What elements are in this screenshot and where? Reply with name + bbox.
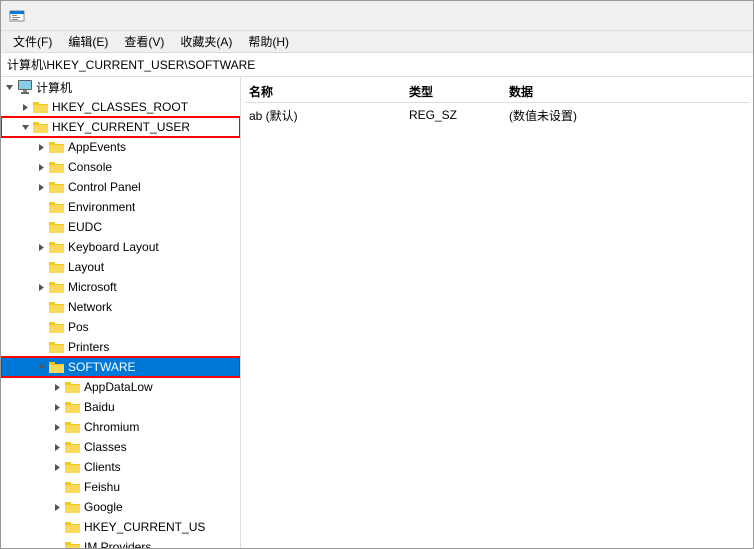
- tree-label-environment: Environment: [68, 200, 135, 214]
- expander-keyboard_layout[interactable]: [33, 239, 49, 255]
- reg-data: (数值未设置): [509, 107, 745, 124]
- tree-item-environment[interactable]: Environment: [1, 197, 240, 217]
- tree-item-control_panel[interactable]: Control Panel: [1, 177, 240, 197]
- address-bar: 计算机\HKEY_CURRENT_USER\SOFTWARE: [1, 53, 753, 77]
- tree-label-chromium: Chromium: [84, 420, 139, 434]
- tree-label-appdatalow: AppDataLow: [84, 380, 153, 394]
- tree-label-classes: Classes: [84, 440, 127, 454]
- expander-classes[interactable]: [49, 439, 65, 455]
- maximize-button[interactable]: [651, 4, 697, 28]
- tree-item-feishu[interactable]: Feishu: [1, 477, 240, 497]
- tree-label-network: Network: [68, 300, 112, 314]
- tree-label-keyboard_layout: Keyboard Layout: [68, 240, 159, 254]
- tree-label-google: Google: [84, 500, 123, 514]
- title-bar: [1, 1, 753, 31]
- reg-type: REG_SZ: [409, 108, 509, 122]
- expander-hkey_current_user[interactable]: [17, 119, 33, 135]
- tree-item-hkey_classes_root[interactable]: HKEY_CLASSES_ROOT: [1, 97, 240, 117]
- close-button[interactable]: [699, 4, 745, 28]
- title-bar-controls: [603, 4, 745, 28]
- regedit-icon: [9, 8, 25, 24]
- expander-control_panel[interactable]: [33, 179, 49, 195]
- tree-item-im_providers[interactable]: IM Providers: [1, 537, 240, 548]
- tree-item-chromium[interactable]: Chromium: [1, 417, 240, 437]
- col-header-name: 名称: [249, 83, 409, 100]
- tree-item-baidu[interactable]: Baidu: [1, 397, 240, 417]
- expander-baidu[interactable]: [49, 399, 65, 415]
- regedit-window: 文件(F)编辑(E)查看(V)收藏夹(A)帮助(H) 计算机\HKEY_CURR…: [0, 0, 754, 549]
- detail-pane[interactable]: 名称 类型 数据 ab (默认) REG_SZ (数值未设置): [241, 77, 753, 548]
- tree-label-hkey_classes_root: HKEY_CLASSES_ROOT: [52, 100, 188, 114]
- tree-label-feishu: Feishu: [84, 480, 120, 494]
- tree-label-layout: Layout: [68, 260, 104, 274]
- expander-clients[interactable]: [49, 459, 65, 475]
- tree-label-im_providers: IM Providers: [84, 540, 151, 548]
- menu-item-e[interactable]: 编辑(E): [60, 31, 116, 52]
- expander-console[interactable]: [33, 159, 49, 175]
- tree-item-layout[interactable]: Layout: [1, 257, 240, 277]
- expander-software[interactable]: [33, 359, 49, 375]
- tree-item-google[interactable]: Google: [1, 497, 240, 517]
- main-area: 计算机 HKEY_CLASSES_ROOT HKEY_CURRENT_USER App…: [1, 77, 753, 548]
- expander-apptvents[interactable]: [33, 139, 49, 155]
- expander-hkey_classes_root[interactable]: [17, 99, 33, 115]
- tree-item-clients[interactable]: Clients: [1, 457, 240, 477]
- expander-computer[interactable]: [1, 79, 17, 95]
- menu-bar: 文件(F)编辑(E)查看(V)收藏夹(A)帮助(H): [1, 31, 753, 53]
- menu-item-a[interactable]: 收藏夹(A): [172, 31, 240, 52]
- minimize-button[interactable]: [603, 4, 649, 28]
- tree-item-printers[interactable]: Printers: [1, 337, 240, 357]
- tree-label-computer: 计算机: [36, 79, 72, 96]
- tree-label-hkey_current_user: HKEY_CURRENT_USER: [52, 120, 190, 134]
- menu-item-h[interactable]: 帮助(H): [240, 31, 297, 52]
- detail-header: 名称 类型 数据: [245, 81, 749, 103]
- tree-item-eudc[interactable]: EUDC: [1, 217, 240, 237]
- tree-item-classes[interactable]: Classes: [1, 437, 240, 457]
- expander-microsoft[interactable]: [33, 279, 49, 295]
- col-header-data: 数据: [509, 83, 745, 100]
- detail-row[interactable]: ab (默认) REG_SZ (数值未设置): [245, 105, 749, 125]
- tree-item-console[interactable]: Console: [1, 157, 240, 177]
- menu-item-v[interactable]: 查看(V): [116, 31, 172, 52]
- tree-label-microsoft: Microsoft: [68, 280, 117, 294]
- tree-item-microsoft[interactable]: Microsoft: [1, 277, 240, 297]
- expander-google[interactable]: [49, 499, 65, 515]
- tree-label-eudc: EUDC: [68, 220, 102, 234]
- address-text: 计算机\HKEY_CURRENT_USER\SOFTWARE: [7, 56, 255, 73]
- tree-label-baidu: Baidu: [84, 400, 115, 414]
- tree-label-control_panel: Control Panel: [68, 180, 141, 194]
- tree-label-apptvents: AppEvents: [68, 140, 126, 154]
- expander-chromium[interactable]: [49, 419, 65, 435]
- tree-item-hkey_current_us[interactable]: HKEY_CURRENT_US: [1, 517, 240, 537]
- tree-label-clients: Clients: [84, 460, 121, 474]
- tree-item-network[interactable]: Network: [1, 297, 240, 317]
- tree-label-console: Console: [68, 160, 112, 174]
- tree-item-apptvents[interactable]: AppEvents: [1, 137, 240, 157]
- expander-appdatalow[interactable]: [49, 379, 65, 395]
- menu-item-f[interactable]: 文件(F): [5, 31, 60, 52]
- tree-item-pos[interactable]: Pos: [1, 317, 240, 337]
- tree-label-hkey_current_us: HKEY_CURRENT_US: [84, 520, 205, 534]
- tree-label-software: SOFTWARE: [68, 360, 136, 374]
- tree-item-hkey_current_user[interactable]: HKEY_CURRENT_USER: [1, 117, 240, 137]
- tree-label-pos: Pos: [68, 320, 89, 334]
- tree-item-appdatalow[interactable]: AppDataLow: [1, 377, 240, 397]
- col-header-type: 类型: [409, 83, 509, 100]
- tree-item-computer[interactable]: 计算机: [1, 77, 240, 97]
- tree-label-printers: Printers: [68, 340, 109, 354]
- tree-pane[interactable]: 计算机 HKEY_CLASSES_ROOT HKEY_CURRENT_USER App…: [1, 77, 241, 548]
- title-bar-left: [9, 8, 31, 24]
- tree-item-keyboard_layout[interactable]: Keyboard Layout: [1, 237, 240, 257]
- reg-name: ab (默认): [249, 107, 409, 124]
- tree-item-software[interactable]: SOFTWARE: [1, 357, 240, 377]
